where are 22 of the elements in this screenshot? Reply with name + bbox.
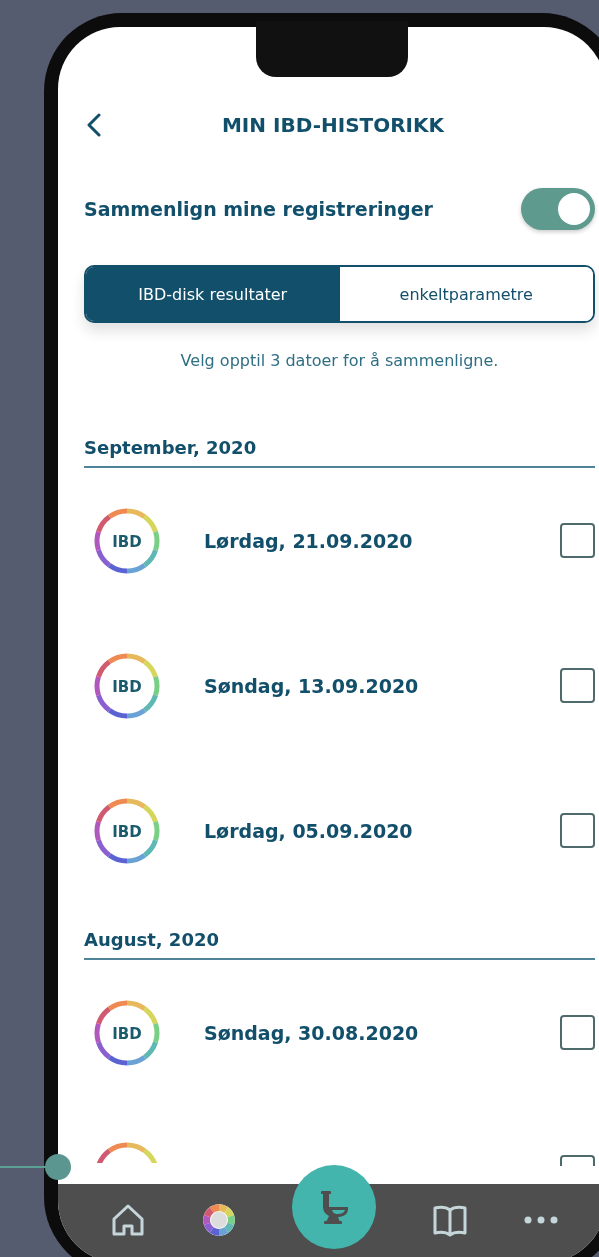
ibd-ring-icon <box>94 1142 160 1163</box>
entry-date[interactable]: Lørdag, 21.09.2020 <box>204 529 560 552</box>
entry-date[interactable]: Søndag, 13.09.2020 <box>204 674 560 697</box>
checkbox[interactable] <box>560 523 595 558</box>
checkbox[interactable] <box>560 668 595 703</box>
checkbox[interactable] <box>560 1015 595 1050</box>
checkbox[interactable] <box>560 1155 595 1166</box>
entry-date[interactable]: Lørdag, 05.09.2020 <box>204 819 560 842</box>
entry-date[interactable]: Søndag, 30.08.2020 <box>204 1021 560 1044</box>
tab[interactable]: enkeltparametre <box>339 267 593 321</box>
checkbox[interactable] <box>560 813 595 848</box>
back-icon[interactable] <box>87 113 101 137</box>
color-wheel-icon[interactable] <box>202 1202 236 1237</box>
pointer-line-drawing <box>0 1153 72 1181</box>
month-heading: August, 2020 <box>84 929 595 960</box>
tab[interactable]: IBD-disk resultater <box>86 267 340 321</box>
more-icon[interactable] <box>524 1215 558 1224</box>
screen-title: MIN IBD-HISTORIKK <box>220 113 446 137</box>
hint-text: Velg opptil 3 datoer for å sammenligne. <box>179 350 500 372</box>
compare-label: Sammenlign mine registreringer <box>84 198 433 220</box>
month-heading: September, 2020 <box>84 437 595 468</box>
compare-toggle[interactable] <box>521 188 595 230</box>
